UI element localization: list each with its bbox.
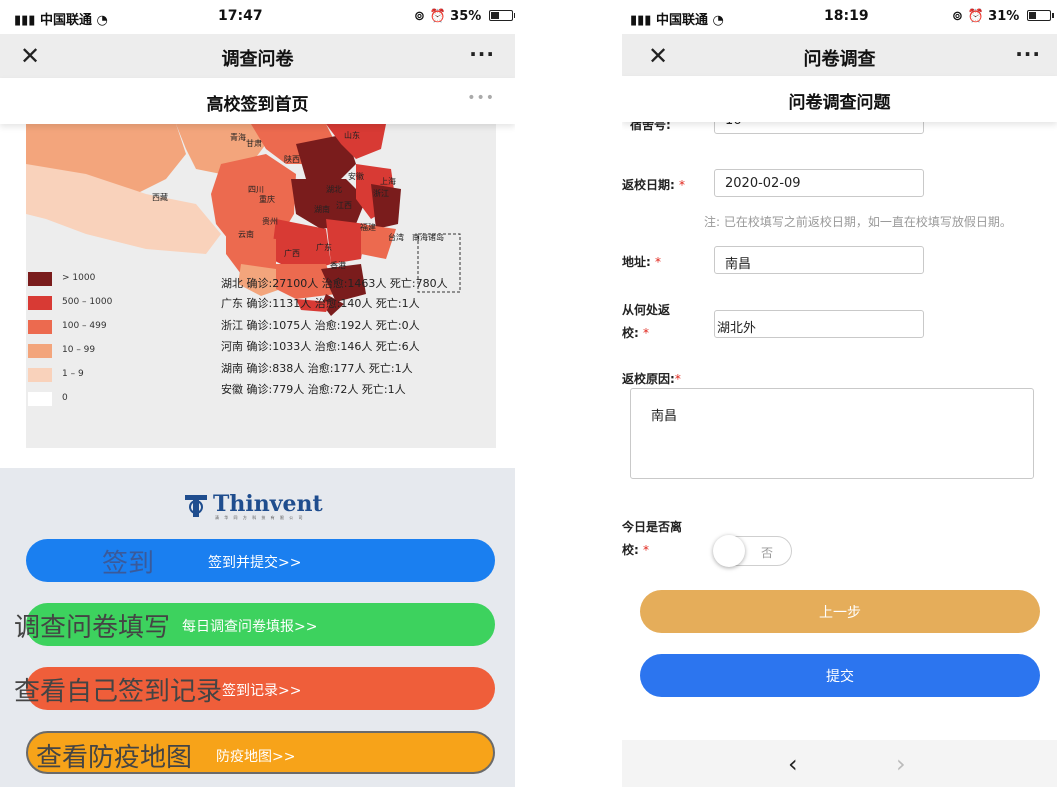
right-phone-screen: ▮▮▮ 中国联通 ◔ 18:19 ⊚ ⏰ 31% ✕ 问卷调查 ··· 问卷调查… bbox=[622, 0, 1057, 787]
province-label: 西藏 bbox=[152, 193, 168, 202]
return-reason-textarea[interactable]: 南昌 bbox=[630, 388, 1034, 479]
left-today-label: 今日是否离 校: * bbox=[622, 520, 683, 557]
province-stat: 河南 确诊:1033人 治愈:146人 死亡:6人 bbox=[221, 340, 420, 353]
alarm-icon: ⏰ bbox=[967, 9, 984, 24]
clock: 17:47 bbox=[218, 8, 263, 24]
province-label: 湖南 bbox=[314, 205, 330, 214]
wifi-icon: ◔ bbox=[712, 13, 724, 28]
thinvent-logo-icon bbox=[185, 495, 207, 517]
prev-step-button[interactable]: 上一步 bbox=[640, 590, 1040, 633]
return-reason-label: 返校原因:* bbox=[622, 372, 681, 386]
return-from-label: 从何处返 校: * bbox=[622, 303, 671, 340]
page-title: 高校签到首页 bbox=[206, 95, 309, 115]
province-label: 浙江 bbox=[373, 189, 389, 198]
address-input[interactable]: 南昌 bbox=[714, 246, 924, 274]
lock-rotation-icon: ⊚ bbox=[414, 9, 425, 24]
province-label: 重庆 bbox=[259, 195, 275, 204]
province-label: 山东 bbox=[344, 131, 360, 140]
province-label: 台湾 bbox=[388, 233, 404, 242]
province-stat: 湖北 确诊:27100人 治愈:1463人 死亡:780人 bbox=[221, 277, 448, 290]
return-date-note: 注: 已在校填写之前返校日期，如一直在校填写放假日期。 bbox=[704, 215, 1012, 229]
return-date-label: 返校日期: * bbox=[622, 178, 685, 192]
page-title: 问卷调查问题 bbox=[788, 93, 891, 113]
page-header: 高校签到首页 ••• bbox=[0, 78, 515, 124]
thinvent-logo: Thinvent 清 华 同 方 科 技 有 限 公 司 bbox=[183, 491, 323, 521]
status-bar: ▮▮▮ 中国联通 ◔ 17:47 ⊚ ⏰ 35% bbox=[0, 0, 515, 34]
wechat-title-bar: ✕ 调查问卷 ··· bbox=[0, 34, 515, 78]
province-label: 青海 bbox=[230, 133, 246, 142]
province-label: 江西 bbox=[336, 201, 352, 210]
wifi-icon: ◔ bbox=[96, 13, 108, 28]
return-date-input[interactable]: 2020-02-09 bbox=[714, 169, 924, 197]
wechat-title-bar: ✕ 问卷调查 ··· bbox=[622, 34, 1057, 76]
left-today-toggle[interactable]: 否 bbox=[713, 535, 792, 567]
more-icon[interactable]: ··· bbox=[469, 42, 495, 66]
province-label: 福建 bbox=[360, 223, 376, 232]
address-label: 地址: * bbox=[622, 255, 661, 269]
sign-in-button[interactable]: 签到 签到并提交>> bbox=[26, 539, 495, 582]
province-label: 广东 bbox=[316, 243, 332, 252]
province-label: 云南 bbox=[238, 230, 254, 239]
clock: 18:19 bbox=[824, 8, 869, 24]
province-label: 甘肃 bbox=[246, 139, 262, 148]
toggle-knob bbox=[713, 535, 745, 567]
province-label: 广西 bbox=[284, 249, 300, 258]
back-arrow-icon[interactable]: ‹ bbox=[788, 750, 798, 778]
page-header: 问卷调查问题 bbox=[622, 76, 1057, 122]
province-label: 安徽 bbox=[348, 172, 364, 181]
battery-icon bbox=[1026, 10, 1054, 21]
more-icon[interactable]: ··· bbox=[1015, 42, 1041, 66]
carrier: ▮▮▮ 中国联通 ◔ bbox=[630, 13, 724, 28]
province-stat: 安徽 确诊:779人 治愈:72人 死亡:1人 bbox=[221, 383, 406, 396]
submit-button[interactable]: 提交 bbox=[640, 654, 1040, 697]
province-stat: 浙江 确诊:1075人 治愈:192人 死亡:0人 bbox=[221, 319, 420, 332]
left-phone-screen: ▮▮▮ 中国联通 ◔ 17:47 ⊚ ⏰ 35% ✕ 调查问卷 ··· 高校签到… bbox=[0, 0, 515, 787]
map-button[interactable]: 查看防疫地图 防疫地图>> bbox=[26, 731, 495, 774]
carrier: ▮▮▮ 中国联通 ◔ bbox=[14, 13, 108, 28]
survey-button-text: 调查问卷填写 每日调查问卷填报>> bbox=[14, 613, 318, 643]
forward-arrow-icon[interactable]: › bbox=[896, 750, 906, 778]
return-from-input[interactable]: 湖北外 bbox=[714, 310, 924, 338]
lock-rotation-icon: ⊚ bbox=[952, 9, 963, 24]
province-label: 香港 bbox=[330, 261, 346, 270]
province-label: 上海 bbox=[380, 177, 396, 186]
alarm-icon: ⏰ bbox=[429, 9, 446, 24]
province-stat: 广东 确诊:1131人 治愈:140人 死亡:1人 bbox=[221, 297, 420, 310]
status-bar: ▮▮▮ 中国联通 ◔ 18:19 ⊚ ⏰ 31% bbox=[622, 0, 1057, 34]
province-stat: 湖南 确诊:838人 治愈:177人 死亡:1人 bbox=[221, 362, 413, 375]
province-label: 陕西 bbox=[284, 155, 300, 164]
signal-icon: ▮▮▮ bbox=[630, 13, 652, 28]
records-button-text: 查看自己签到记录 签到记录>> bbox=[14, 677, 302, 707]
province-label: 湖北 bbox=[326, 185, 342, 194]
province-label: 贵州 bbox=[262, 217, 278, 226]
signal-icon: ▮▮▮ bbox=[14, 13, 36, 28]
browser-nav-bar: ‹ › bbox=[622, 740, 1057, 787]
window-title: 调查问卷 bbox=[221, 49, 294, 70]
window-title: 问卷调查 bbox=[803, 49, 876, 70]
epidemic-map[interactable]: 青海 甘肃 西藏 四川 重庆 云南 贵州 广西 湖南 江西 湖北 安徽 陕西 山… bbox=[26, 124, 496, 448]
battery-icon bbox=[488, 10, 515, 21]
more-dots-icon[interactable]: ••• bbox=[467, 90, 495, 106]
battery-status: ⊚ ⏰ 35% bbox=[414, 9, 515, 24]
battery-status: ⊚ ⏰ 31% bbox=[952, 9, 1054, 24]
province-label: 南海诸岛 bbox=[412, 233, 444, 242]
